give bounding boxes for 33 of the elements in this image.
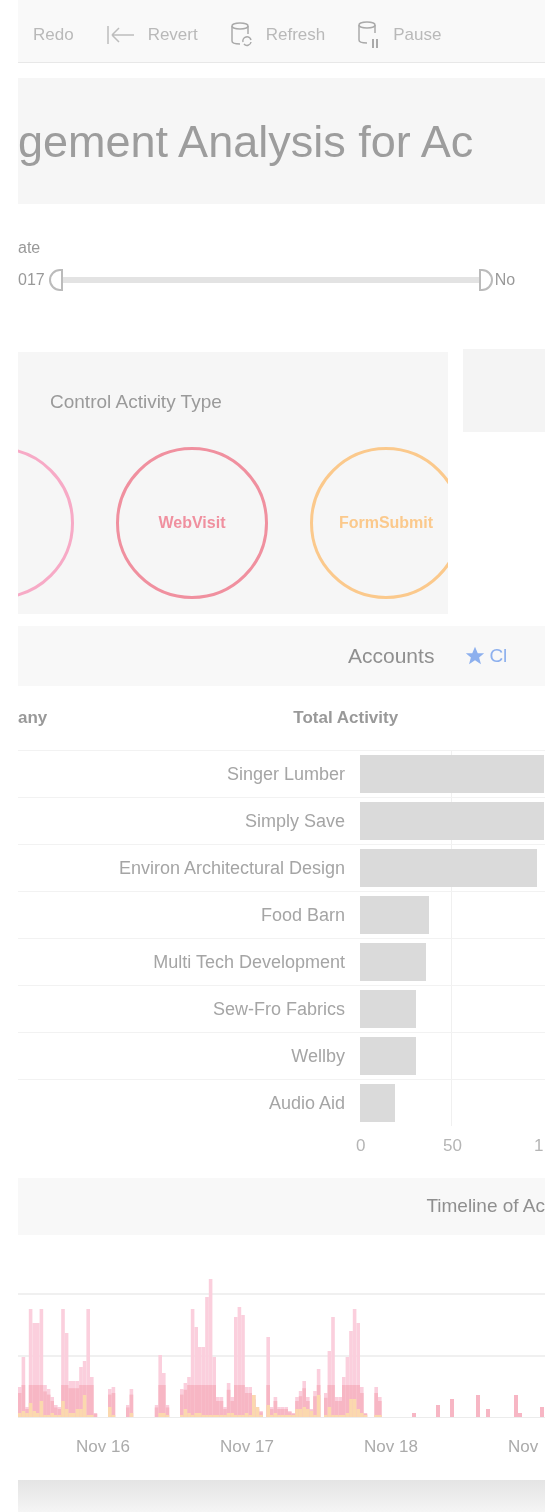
toolbar-button[interactable]: Redo <box>33 22 74 48</box>
company-name: Wellby <box>290 1044 345 1068</box>
axis-tick-label: 0 <box>356 1135 366 1158</box>
filter-label: ate <box>18 240 41 256</box>
database-refresh-icon <box>229 21 254 49</box>
star-icon <box>464 645 487 667</box>
dashboard-title: gement Analysis for Ac <box>18 118 474 164</box>
toolbar-button[interactable]: Refresh <box>229 21 326 49</box>
start-date: 017 <box>18 270 45 290</box>
toolbar-button[interactable]: Revert <box>105 22 198 48</box>
axis-tick-label: 1 <box>534 1135 544 1158</box>
back-arrow-icon <box>105 25 136 45</box>
company-name: Multi Tech Development <box>152 950 345 974</box>
end-date: No <box>494 270 516 290</box>
axis-tick-label: 50 <box>443 1135 462 1158</box>
company-name: Audio Aid <box>267 1091 345 1115</box>
toolbar-button[interactable]: Pause <box>357 20 442 50</box>
company-name: Simply Save <box>243 809 345 833</box>
company-name: Food Barn <box>259 903 345 927</box>
panel-title: Control Activity Type <box>49 390 222 414</box>
section-title: Accounts <box>348 643 435 670</box>
axis-tick-label: Nov 18 <box>364 1436 418 1458</box>
link[interactable]: Cl <box>489 641 508 671</box>
company-name: Environ Architectural Design <box>117 856 345 880</box>
company-name: Singer Lumber <box>225 762 345 786</box>
column-header: any <box>18 707 48 730</box>
axis-tick-label: Nov 16 <box>76 1436 130 1458</box>
section-title: Timeline of Ac <box>426 1194 545 1219</box>
date-range-slider[interactable] <box>48 269 493 291</box>
axis-tick-label: Nov <box>508 1436 539 1458</box>
axis-tick-label: Nov 17 <box>220 1436 274 1458</box>
company-name: Sew-Fro Fabrics <box>211 997 345 1021</box>
column-header: Total Activity <box>293 707 399 730</box>
